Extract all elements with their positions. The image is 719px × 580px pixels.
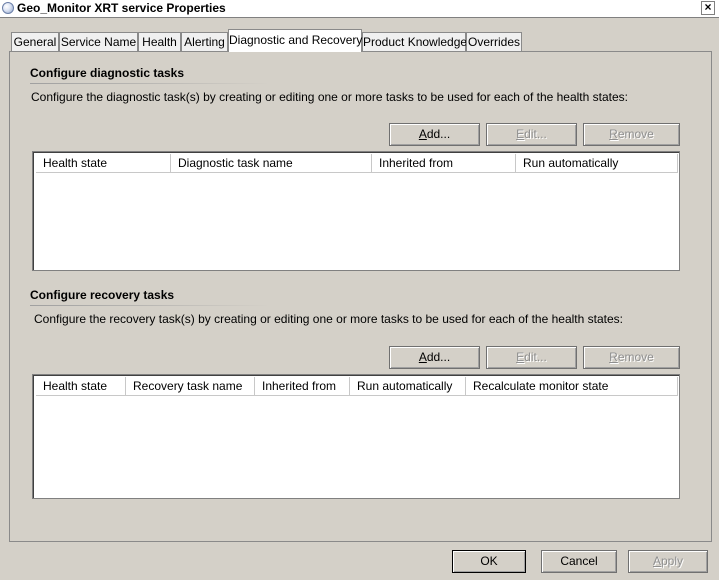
diagnostic-edit-button[interactable]: Edit... — [486, 123, 577, 146]
tab-diagnostic-and-recovery[interactable]: Diagnostic and Recovery — [228, 29, 362, 52]
app-icon — [2, 2, 14, 14]
column-header-health-state[interactable]: Health state — [36, 377, 126, 396]
recovery-remove-button[interactable]: Remove — [583, 346, 680, 369]
recovery-edit-button[interactable]: Edit... — [486, 346, 577, 369]
tab-product-knowledge[interactable]: Product Knowledge — [362, 32, 467, 51]
column-header-health-state[interactable]: Health state — [36, 154, 171, 173]
recovery-list-header: Health state Recovery task name Inherite… — [36, 377, 678, 397]
tab-health[interactable]: Health — [138, 32, 181, 51]
diagnostic-section-title: Configure diagnostic tasks — [30, 66, 185, 80]
diagnostic-add-button[interactable]: Add... — [389, 123, 480, 146]
diagnostic-list-header: Health state Diagnostic task name Inheri… — [36, 154, 678, 174]
ok-button[interactable]: OK — [452, 550, 526, 573]
diagnostic-task-list[interactable]: Health state Diagnostic task name Inheri… — [32, 151, 680, 271]
tab-alerting[interactable]: Alerting — [181, 32, 228, 51]
column-header-inherited-from[interactable]: Inherited from — [255, 377, 350, 396]
column-header-recovery-task-name[interactable]: Recovery task name — [126, 377, 255, 396]
cancel-button[interactable]: Cancel — [541, 550, 617, 573]
apply-button[interactable]: Apply — [628, 550, 708, 573]
title-bar: Geo_Monitor XRT service Properties × — [0, 0, 719, 18]
diagnostic-description: Configure the diagnostic task(s) by crea… — [31, 90, 628, 104]
column-header-inherited-from[interactable]: Inherited from — [372, 154, 516, 173]
tab-service-name[interactable]: Service Name — [59, 32, 138, 51]
column-header-diagnostic-task-name[interactable]: Diagnostic task name — [171, 154, 372, 173]
diagnostic-section-divider — [30, 83, 270, 84]
recovery-section-title: Configure recovery tasks — [30, 288, 175, 302]
column-header-run-automatically[interactable]: Run automatically — [350, 377, 466, 396]
diagnostic-remove-button[interactable]: Remove — [583, 123, 680, 146]
column-header-recalculate-monitor-state[interactable]: Recalculate monitor state — [466, 377, 678, 396]
recovery-description: Configure the recovery task(s) by creati… — [34, 312, 623, 326]
window-title: Geo_Monitor XRT service Properties — [17, 1, 226, 15]
tab-overrides[interactable]: Overrides — [466, 32, 522, 51]
recovery-section-divider — [30, 305, 270, 306]
close-button[interactable]: × — [701, 1, 715, 15]
column-header-run-automatically[interactable]: Run automatically — [516, 154, 678, 173]
recovery-task-list[interactable]: Health state Recovery task name Inherite… — [32, 374, 680, 499]
tab-general[interactable]: General — [11, 32, 59, 51]
recovery-add-button[interactable]: Add... — [389, 346, 480, 369]
